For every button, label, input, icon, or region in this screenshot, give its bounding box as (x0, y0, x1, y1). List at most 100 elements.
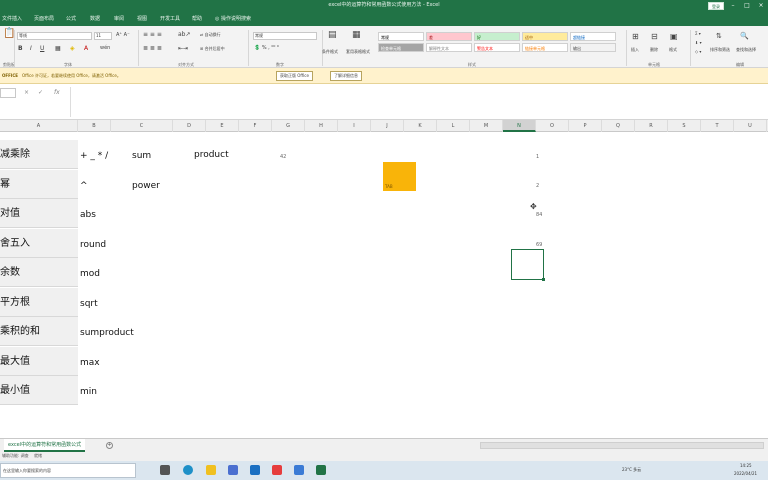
column-header-m[interactable]: M (470, 120, 503, 132)
cell-style-3[interactable]: 适中 (522, 32, 568, 41)
italic-icon[interactable]: I (30, 45, 32, 52)
cell-b-function[interactable]: round (80, 240, 106, 250)
align-left-icon[interactable]: ≣ ≣ ≣ (143, 45, 162, 52)
cancel-icon[interactable]: × (24, 89, 29, 96)
column-header-q[interactable]: Q (602, 120, 635, 132)
weather-text[interactable]: 23°C 多云 (622, 467, 641, 473)
get-office-button[interactable]: 获取正版 Office (276, 71, 313, 81)
add-sheet-icon[interactable]: + (106, 442, 113, 449)
tab-formulas[interactable]: 公式 (66, 15, 76, 22)
cell-f1-value[interactable]: 42 (280, 154, 286, 160)
insert-function-icon[interactable]: fx (54, 89, 60, 96)
minimize-icon[interactable]: – (728, 0, 738, 12)
yellow-cell-j[interactable]: TAB (383, 162, 416, 191)
column-header-r[interactable]: R (635, 120, 668, 132)
column-header-d[interactable]: D (173, 120, 206, 132)
app-icon[interactable] (272, 465, 282, 475)
column-header-l[interactable]: L (437, 120, 470, 132)
clock-date[interactable]: 2022/04/21 (734, 471, 757, 476)
column-header-t[interactable]: T (701, 120, 734, 132)
fill-icon[interactable]: ⬇ ▾ (695, 39, 702, 46)
column-header-a[interactable]: A (0, 120, 78, 132)
merge-center-button[interactable]: ⊞ 合并后居中 (200, 45, 225, 52)
task-view-icon[interactable] (160, 465, 170, 475)
cell-style-4[interactable]: 超链接 (570, 32, 616, 41)
cell-a-label[interactable]: 幂 (0, 169, 78, 199)
cell-style-2[interactable]: 好 (474, 32, 520, 41)
column-header-h[interactable]: H (305, 120, 338, 132)
column-header-s[interactable]: S (668, 120, 701, 132)
column-header-g[interactable]: G (272, 120, 305, 132)
cell-a-label[interactable]: 乘积的和 (0, 317, 78, 346)
tab-review[interactable]: 审阅 (114, 15, 124, 22)
sheet-tab-active[interactable]: excel中的运算符和常用函数公式 (4, 439, 86, 452)
cell-a-label[interactable]: 最小值 (0, 376, 78, 405)
column-header-u[interactable]: U (734, 120, 767, 132)
cell-b-function[interactable]: + _ * / (80, 151, 108, 161)
delete-cells-icon[interactable]: ⊟ (651, 33, 658, 41)
phonetic-icon[interactable]: wén (100, 45, 110, 52)
column-header-k[interactable]: K (404, 120, 437, 132)
tell-me-search[interactable]: ◎ 操作说明搜索 (215, 15, 251, 22)
conditional-format-icon[interactable]: ▤ (328, 31, 337, 40)
tab-insert[interactable]: 插入 (12, 15, 22, 22)
cell-style-1[interactable]: 差 (426, 32, 472, 41)
autosum-icon[interactable]: Σ ▾ (695, 30, 701, 37)
format-cells-icon[interactable]: ▣ (670, 33, 678, 41)
column-header-c[interactable]: C (111, 120, 173, 132)
cell-c-function[interactable]: sum (132, 151, 151, 161)
insert-cells-label[interactable]: 插入 (631, 46, 639, 53)
column-header-n[interactable]: N (503, 120, 536, 132)
underline-icon[interactable]: U (40, 45, 44, 52)
tab-data[interactable]: 数据 (90, 15, 100, 22)
cell-style-5[interactable]: 检查单元格 (378, 43, 424, 52)
number-format-select[interactable]: 常规 (253, 32, 317, 40)
close-icon[interactable]: × (756, 0, 766, 12)
font-grow-icon[interactable]: A⁺ A⁻ (116, 32, 130, 39)
cell-style-6[interactable]: 解释性文本 (426, 43, 472, 52)
number-format-icons[interactable]: 💲 % , ⁰⁰ ⁰ (254, 45, 279, 52)
cell-b-function[interactable]: sqrt (80, 299, 98, 309)
fill-color-icon[interactable]: ◈ (70, 45, 75, 52)
cell-b-function[interactable]: max (80, 358, 100, 368)
store-icon[interactable] (228, 465, 238, 475)
format-as-table-label[interactable]: 套用表格格式 (346, 48, 370, 55)
excel-taskbar-icon[interactable] (316, 465, 326, 475)
cell-style-8[interactable]: 链接单元格 (522, 43, 568, 52)
format-as-table-icon[interactable]: ▦ (352, 31, 361, 40)
cell-style-0[interactable]: 常规 (378, 32, 424, 41)
format-cells-label[interactable]: 格式 (669, 46, 677, 53)
wrap-text-button[interactable]: ⇌ 自动换行 (200, 31, 221, 38)
edge-icon[interactable] (183, 465, 193, 475)
formula-input[interactable] (70, 87, 766, 117)
orientation-icon[interactable]: ab↗ (178, 31, 191, 38)
horizontal-scrollbar[interactable] (480, 442, 764, 449)
font-size-select[interactable]: 11 (94, 32, 112, 40)
find-select-label[interactable]: 查找和选择 (736, 46, 756, 53)
file-explorer-icon[interactable] (206, 465, 216, 475)
cell-a-label[interactable]: 对值 (0, 199, 78, 228)
cell-a-label[interactable]: 余数 (0, 258, 78, 287)
confirm-icon[interactable]: ✓ (38, 89, 43, 96)
tab-page-layout[interactable]: 页面布局 (34, 15, 54, 22)
clock-time[interactable]: 14:25 (740, 463, 752, 468)
learn-more-button[interactable]: 了解详细信息 (330, 71, 362, 81)
status-accessibility[interactable]: 辅助功能: 调查 (2, 453, 29, 459)
name-box[interactable] (0, 88, 16, 98)
cell-a-label[interactable]: 舍五入 (0, 228, 78, 258)
column-header-b[interactable]: B (78, 120, 111, 132)
tab-view[interactable]: 视图 (137, 15, 147, 22)
sort-filter-label[interactable]: 排序和筛选 (710, 46, 730, 53)
cell-n-value[interactable]: 69 (536, 242, 542, 248)
cell-n-value[interactable]: 1 (536, 154, 539, 160)
tab-file[interactable]: 文件 (2, 15, 12, 22)
font-color-icon[interactable]: A (84, 45, 88, 52)
cell-style-7[interactable]: 警告文本 (474, 43, 520, 52)
signin-button[interactable]: 登录 (708, 2, 724, 10)
cell-a-label[interactable]: 平方根 (0, 287, 78, 317)
column-header-j[interactable]: J (371, 120, 404, 132)
cell-b-function[interactable]: sumproduct (80, 328, 134, 338)
font-name-select[interactable]: 等线 (17, 32, 92, 40)
delete-cells-label[interactable]: 删除 (650, 46, 658, 53)
tab-help[interactable]: 帮助 (192, 15, 202, 22)
